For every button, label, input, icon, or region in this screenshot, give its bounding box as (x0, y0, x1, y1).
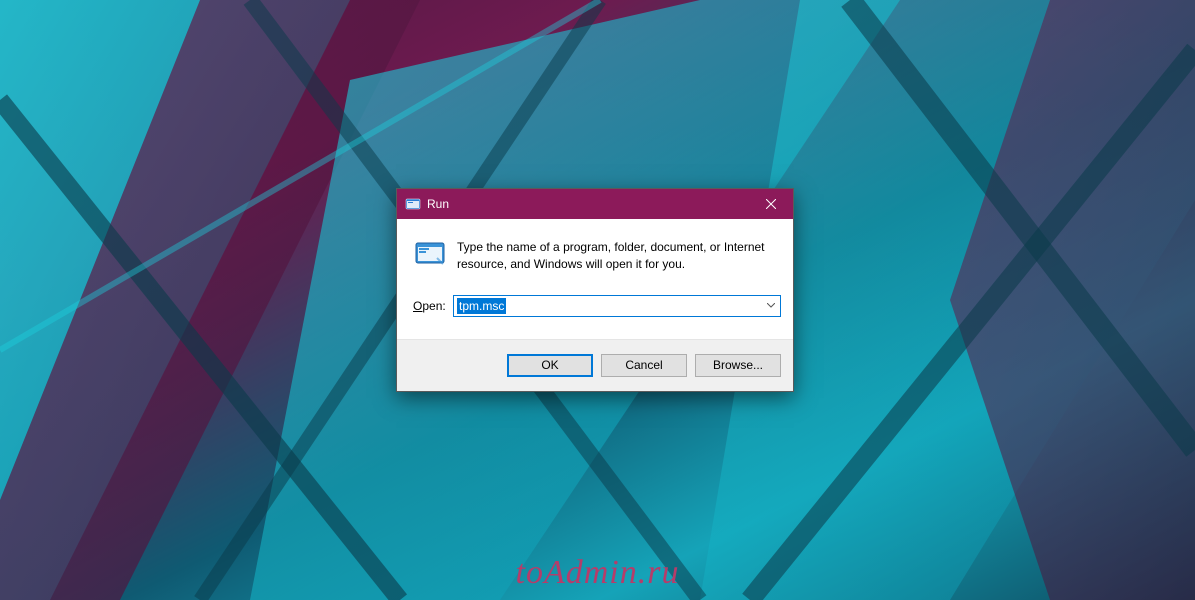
open-combobox[interactable]: tpm.msc (453, 295, 781, 317)
window-title: Run (427, 197, 748, 211)
run-dialog: Run Type the name of a program, folder, … (396, 188, 794, 392)
close-button[interactable] (748, 189, 793, 219)
close-icon (766, 199, 776, 209)
ok-button[interactable]: OK (507, 354, 593, 377)
dialog-description: Type the name of a program, folder, docu… (457, 237, 781, 273)
open-input[interactable] (454, 296, 762, 316)
cancel-button[interactable]: Cancel (601, 354, 687, 377)
dialog-body: Type the name of a program, folder, docu… (397, 219, 793, 339)
run-app-icon (413, 237, 447, 271)
open-label: Open: (413, 299, 453, 313)
chevron-down-icon (767, 303, 775, 308)
browse-button[interactable]: Browse... (695, 354, 781, 377)
run-titlebar-icon (405, 196, 421, 212)
button-bar: OK Cancel Browse... (397, 339, 793, 391)
combobox-dropdown-button[interactable] (762, 296, 780, 316)
titlebar[interactable]: Run (397, 189, 793, 219)
watermark-text: toAdmin.ru (516, 554, 680, 592)
